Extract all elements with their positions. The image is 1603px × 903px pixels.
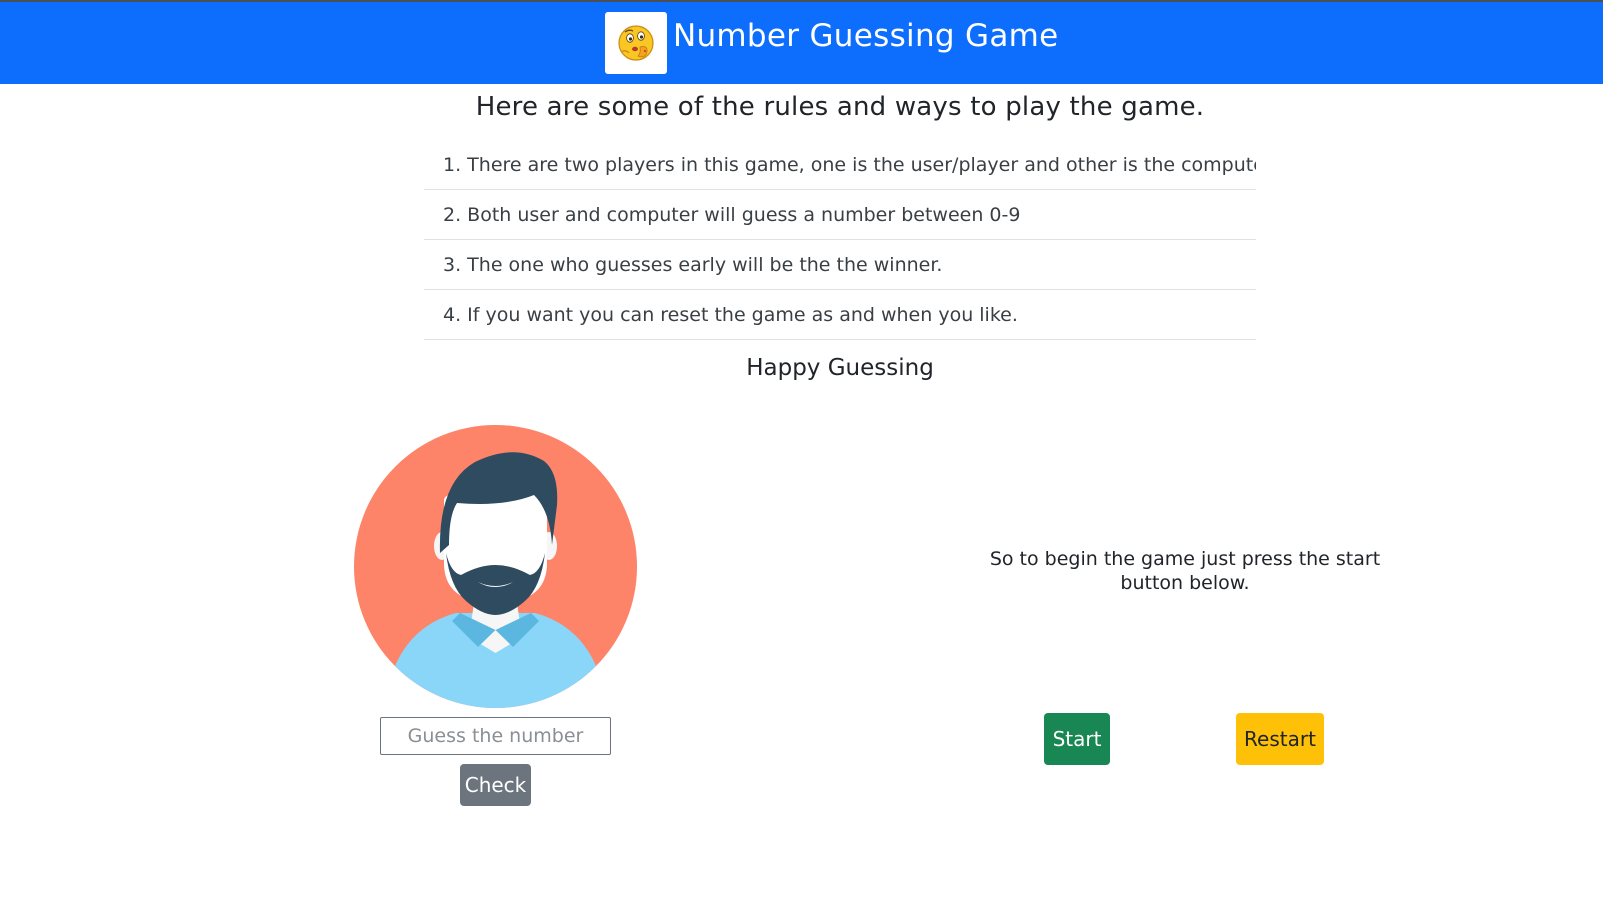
guess-number-input[interactable] — [380, 717, 611, 755]
rule-item: 3. The one who guesses early will be the… — [424, 240, 1256, 290]
rule-item: 1. There are two players in this game, o… — [424, 140, 1256, 190]
rule-item: 2. Both user and computer will guess a n… — [424, 190, 1256, 240]
start-instruction: So to begin the game just press the star… — [989, 548, 1381, 594]
navbar: Number Guessing Game — [0, 0, 1603, 84]
start-button[interactable]: Start — [1044, 713, 1110, 765]
check-button[interactable]: Check — [460, 764, 531, 806]
rules-heading-text: Here are some of the rules and ways to p… — [475, 92, 1205, 122]
thinking-emoji-icon — [618, 25, 654, 61]
restart-button[interactable]: Restart — [1236, 713, 1324, 765]
app-title: Number Guessing Game — [673, 18, 1059, 54]
navbar-brand[interactable]: Number Guessing Game — [605, 12, 1059, 74]
rules-list: 1. There are two players in this game, o… — [424, 140, 1256, 340]
happy-guessing-text: Happy Guessing — [746, 355, 934, 381]
rules-heading: Here are some of the rules and ways to p… — [0, 92, 1603, 122]
rule-item: 4. If you want you can reset the game as… — [424, 290, 1256, 340]
logo — [605, 12, 667, 74]
user-avatar-icon — [354, 425, 637, 708]
